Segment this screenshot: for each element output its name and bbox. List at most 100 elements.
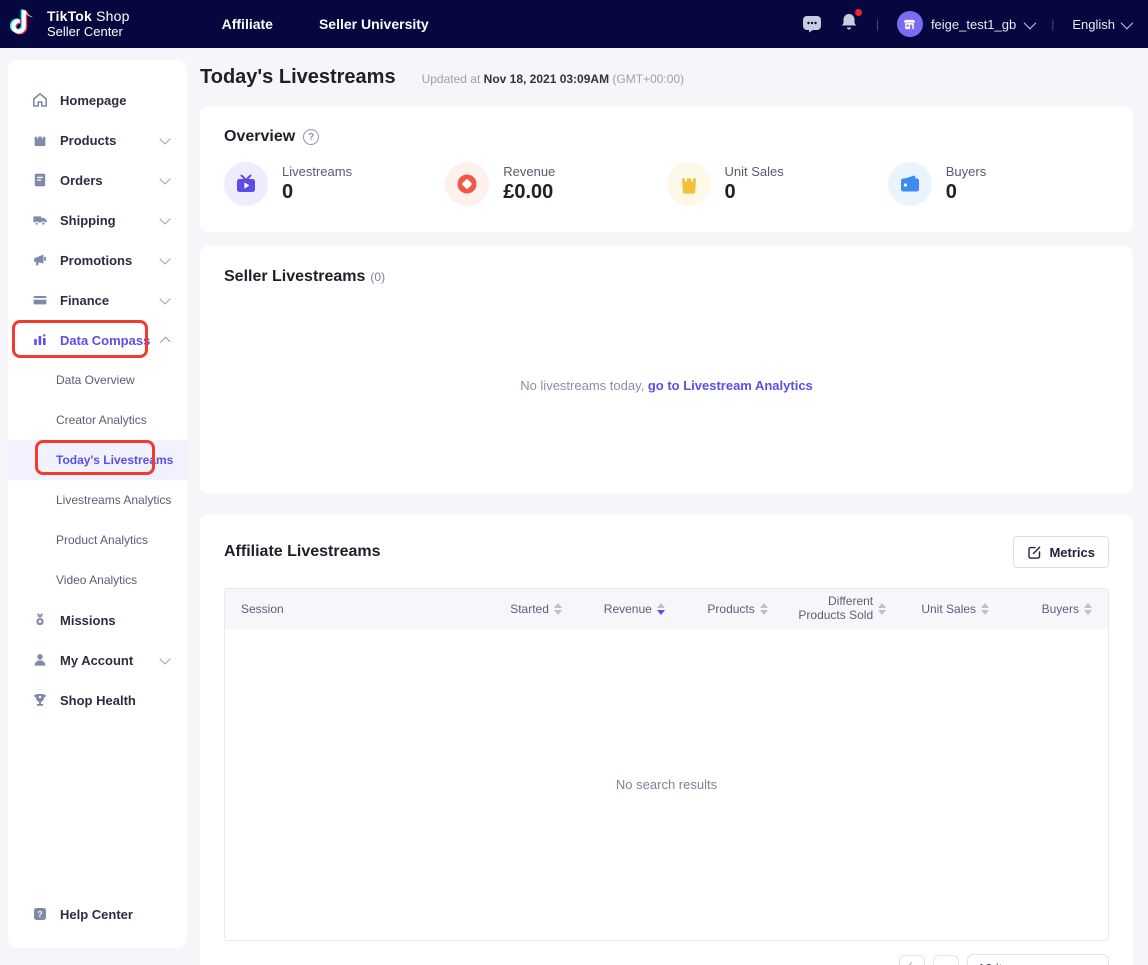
items-per-page-value: 10 items per page [978,961,1082,965]
nav-seller-university[interactable]: Seller University [319,16,429,32]
sidebar-item-label: Promotions [60,253,132,268]
sidebar-item-homepage[interactable]: Homepage [8,80,187,120]
user-menu[interactable]: feige_test1_gb [897,11,1033,37]
sidebar-item-label: Homepage [60,93,126,108]
metric-icon-circle [445,162,489,206]
sidebar-subitem-label: Video Analytics [56,573,137,587]
updated-timezone: (GMT+00:00) [612,72,684,86]
chevron-down-icon [159,173,170,184]
sidebar-subitem-label: Data Overview [56,373,135,387]
column-revenue[interactable]: Revenue [562,602,665,616]
chevron-down-icon [1024,16,1037,29]
pagination-next-button[interactable] [933,955,959,965]
shopping-bag-icon [679,173,699,195]
sidebar-subitem-creator-analytics[interactable]: Creator Analytics [8,400,187,440]
logo-tiktok: TikTok [47,8,92,24]
affiliate-table: Session Started Revenue Products Differe… [224,588,1109,941]
user-name: feige_test1_gb [931,17,1016,32]
sidebar-item-label: My Account [60,653,133,668]
metric-value: 0 [946,181,986,204]
sort-icon-active-desc [657,603,665,615]
metric-value: 0 [282,181,352,204]
sidebar-subitem-todays-livestreams[interactable]: Today's Livestreams [8,440,187,480]
empty-text: No livestreams today, [520,378,648,393]
chat-icon[interactable] [802,15,822,33]
items-per-page-select[interactable]: 10 items per page [967,954,1109,965]
nav-affiliate[interactable]: Affiliate [222,16,273,32]
sort-icon [1084,603,1092,615]
sidebar-item-label: Data Compass [60,333,150,348]
tiktok-shop-logo[interactable]: TikTok Shop Seller Center [10,8,130,40]
table-empty-state: No search results [225,629,1108,940]
sidebar-item-products[interactable]: Products [8,120,187,160]
tiktok-note-icon [10,8,40,40]
sidebar-item-orders[interactable]: Orders [8,160,187,200]
divider: | [876,17,879,31]
updated-prefix: Updated at [422,72,481,86]
language-label: English [1072,17,1115,32]
chevron-left-icon [907,962,917,965]
metric-livestreams: Livestreams 0 [224,162,445,206]
sidebar-item-promotions[interactable]: Promotions [8,240,187,280]
affiliate-livestreams-title: Affiliate Livestreams [224,543,381,561]
sort-icon [981,603,989,615]
column-different-products-sold[interactable]: Different Products Sold [768,595,886,623]
sidebar-item-data-compass[interactable]: Data Compass [8,320,187,360]
column-session: Session [241,602,459,616]
overview-card: Overview ? Livestreams 0 [200,106,1133,232]
sidebar-subitem-label: Livestreams Analytics [56,493,171,507]
sidebar-item-shop-health[interactable]: Shop Health [8,680,187,720]
sidebar-subitem-data-overview[interactable]: Data Overview [8,360,187,400]
column-started[interactable]: Started [459,602,562,616]
sidebar-subitem-livestreams-analytics[interactable]: Livestreams Analytics [8,480,187,520]
wallet-icon [899,174,921,194]
medal-icon [32,612,48,628]
avatar [897,11,923,37]
chevron-down-icon [1121,16,1134,29]
sidebar-item-my-account[interactable]: My Account [8,640,187,680]
sidebar-subitem-video-analytics[interactable]: Video Analytics [8,560,187,600]
sidebar-item-label: Finance [60,293,109,308]
sidebar-item-shipping[interactable]: Shipping [8,200,187,240]
column-label: Revenue [604,602,652,616]
topbar-right: | feige_test1_gb | English [802,11,1130,37]
seller-livestreams-card: Seller Livestreams(0) No livestreams tod… [200,246,1133,494]
sidebar-item-label: Shop Health [60,693,136,708]
seller-livestreams-title: Seller Livestreams [224,268,365,285]
overview-metrics: Livestreams 0 Revenue £0.00 [224,162,1109,206]
help-tooltip-icon[interactable]: ? [303,129,319,145]
megaphone-icon [32,252,48,268]
metric-value: 0 [725,181,784,204]
sort-icon [554,603,562,615]
language-selector[interactable]: English [1072,17,1130,32]
column-buyers[interactable]: Buyers [989,602,1092,616]
metric-label: Livestreams [282,164,352,179]
metric-buyers: Buyers 0 [888,162,1109,206]
livestream-analytics-link[interactable]: go to Livestream Analytics [648,378,813,393]
column-label: Session [241,602,284,616]
sidebar-subitem-product-analytics[interactable]: Product Analytics [8,520,187,560]
svg-text:?: ? [37,909,42,919]
trophy-icon [32,692,48,708]
table-header-row: Session Started Revenue Products Differe… [225,589,1108,629]
sort-icon [878,603,886,615]
revenue-coin-icon [456,173,478,195]
seller-empty-state: No livestreams today, go to Livestream A… [200,378,1133,393]
logo-text: TikTok Shop Seller Center [47,9,130,39]
sidebar-item-finance[interactable]: Finance [8,280,187,320]
notifications[interactable] [840,12,858,37]
metrics-button-label: Metrics [1049,545,1095,560]
affiliate-livestreams-card: Affiliate Livestreams Metrics Session St… [200,514,1133,965]
column-products[interactable]: Products [665,602,768,616]
metric-revenue: Revenue £0.00 [445,162,666,206]
chevron-up-icon [160,337,170,347]
chevron-down-icon [159,253,170,264]
metrics-button[interactable]: Metrics [1013,536,1109,568]
sidebar-item-missions[interactable]: Missions [8,600,187,640]
orders-document-icon [32,172,48,188]
metric-unit-sales: Unit Sales 0 [667,162,888,206]
column-unit-sales[interactable]: Unit Sales [886,602,989,616]
pagination: 10 items per page [224,954,1109,965]
pagination-prev-button[interactable] [899,955,925,965]
sidebar-item-help-center[interactable]: ? Help Center [8,894,187,934]
